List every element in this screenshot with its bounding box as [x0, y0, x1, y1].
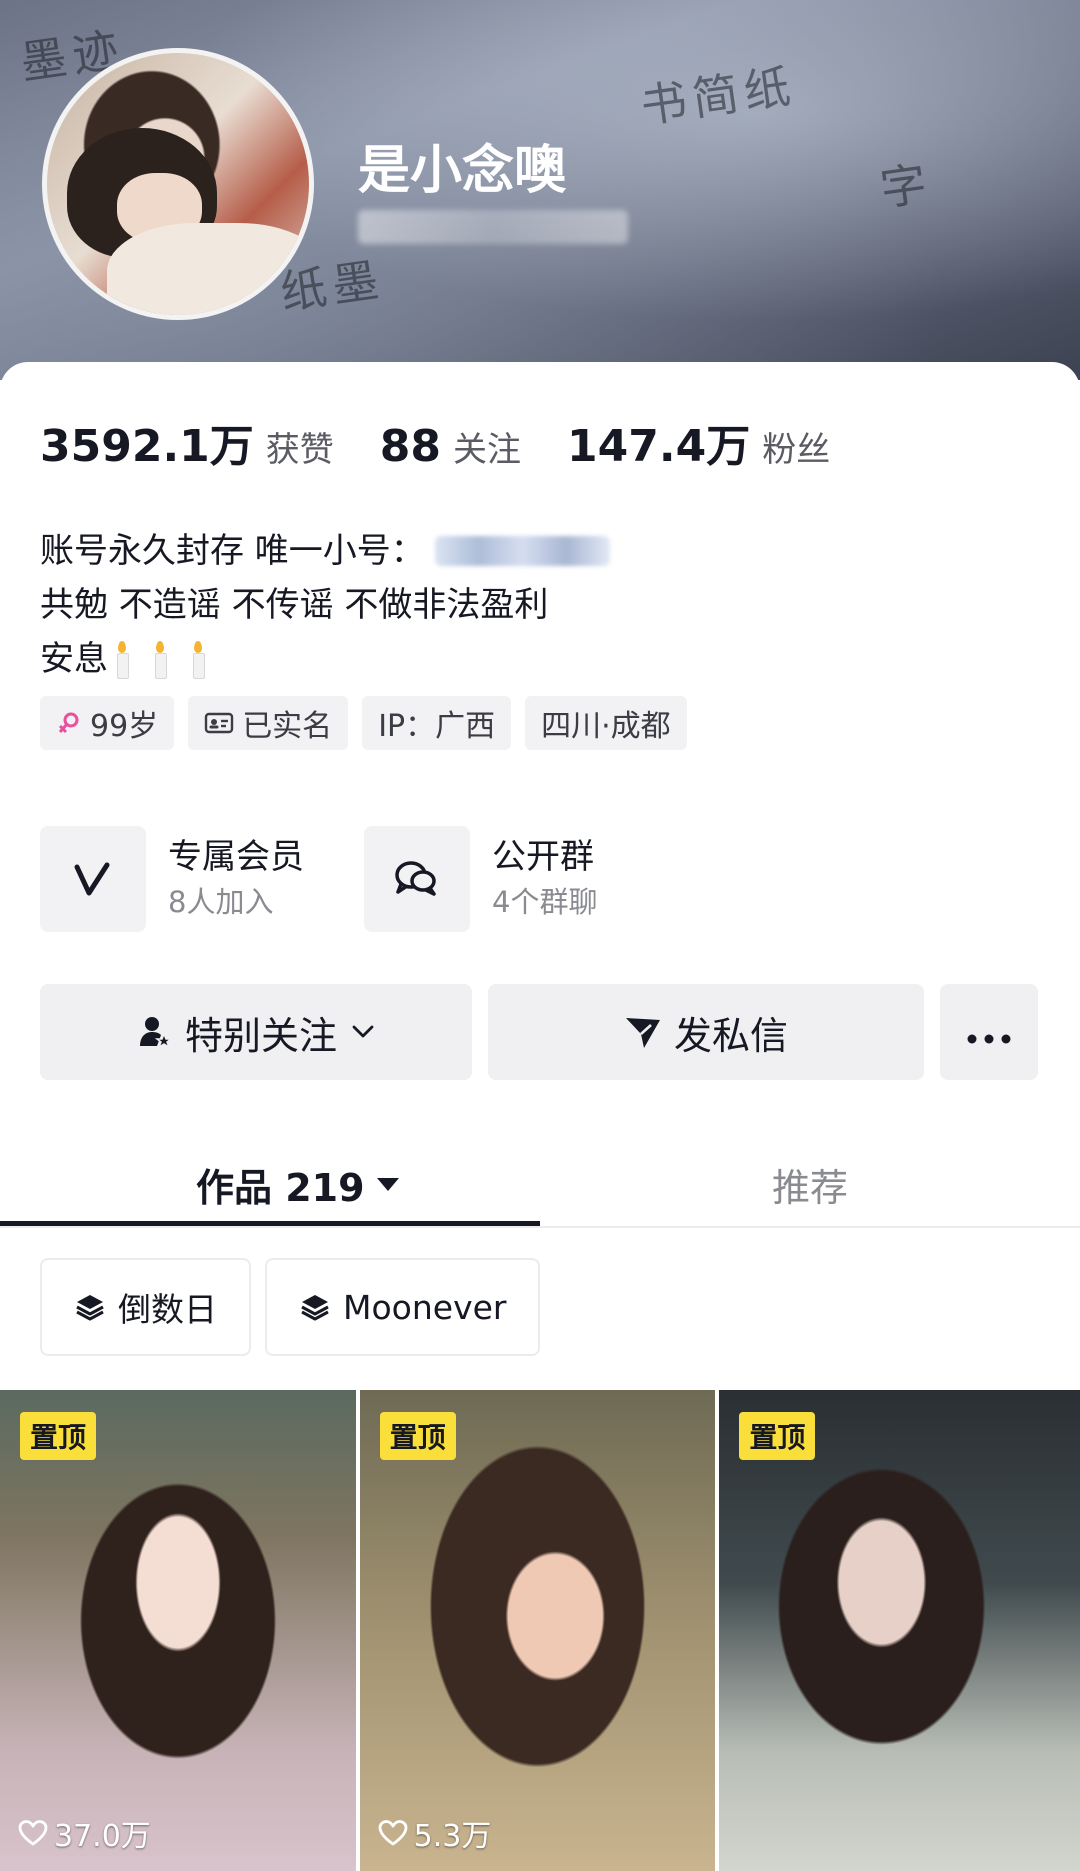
- video-thumbnail[interactable]: 置顶 37.0万: [0, 1390, 356, 1871]
- tab-works-label: 作品 219: [196, 1165, 365, 1210]
- bio-line-2: 共勉 不造谣 不传谣 不做非法盈利: [40, 585, 549, 625]
- candle-icon: [114, 639, 130, 679]
- chat-logo-box: [364, 826, 470, 932]
- more-button[interactable]: [940, 984, 1038, 1080]
- collection-chip[interactable]: 倒数日: [40, 1258, 251, 1356]
- candle-icon: [190, 639, 206, 679]
- tag-location: 四川·成都: [525, 696, 687, 750]
- collections-row: 倒数日 Moonever: [40, 1258, 554, 1356]
- blurred-handle: [434, 536, 610, 566]
- stats-row: 3592.1万 获赞 88 关注 147.4万 粉丝: [40, 410, 876, 474]
- tab-recommend[interactable]: 推荐: [772, 1140, 848, 1228]
- collection-label: 倒数日: [118, 1290, 217, 1329]
- profile-nickname: 是小念噢: [358, 141, 567, 201]
- pinned-badge: 置顶: [20, 1412, 97, 1460]
- bio: 账号永久封存 唯一小号： 共勉 不造谣 不传谣 不做非法盈利 安息: [40, 524, 610, 686]
- vip-v-icon: [74, 862, 110, 896]
- pinned-badge: 置顶: [379, 1412, 456, 1460]
- id-card-icon: [204, 711, 234, 735]
- account-id-blurred: [358, 210, 628, 244]
- banner-calligraphy: 书简纸: [637, 58, 800, 134]
- video-cover-image: [719, 1390, 1080, 1871]
- tag-text: IP：广西: [378, 709, 496, 744]
- stat-following[interactable]: 88 关注: [380, 421, 521, 472]
- special-follow-button[interactable]: 特别关注: [40, 984, 472, 1080]
- bio-line-1: 账号永久封存 唯一小号：: [40, 524, 610, 578]
- profile-tags: 99岁 已实名 IP：广西 四川·成都: [40, 696, 701, 750]
- bio-text: 账号永久封存 唯一小号：: [40, 531, 425, 571]
- member-logo-box: [40, 826, 146, 932]
- stat-label: 粉丝: [762, 430, 831, 470]
- more-dots-icon: [966, 1010, 1012, 1054]
- action-buttons: 特别关注 发私信: [40, 984, 1038, 1080]
- chevron-down-icon: [351, 1024, 375, 1040]
- stat-likes[interactable]: 3592.1万 获赞: [40, 410, 334, 474]
- video-thumbnail[interactable]: 置顶 5.3万: [359, 1390, 716, 1871]
- member-entry[interactable]: 专属会员 8人加入: [40, 826, 304, 932]
- tag-text: 四川·成都: [541, 709, 671, 744]
- likes-count: 37.0万: [54, 1819, 151, 1854]
- stat-label: 获赞: [265, 430, 334, 470]
- tag-ip: IP：广西: [362, 696, 512, 750]
- heart-icon: [378, 1819, 408, 1847]
- video-cover-image: [0, 1390, 356, 1871]
- tab-works[interactable]: 作品 219: [196, 1140, 399, 1228]
- chat-title: 公开群: [492, 837, 594, 877]
- female-icon: [56, 710, 82, 736]
- user-star-icon: [137, 1014, 173, 1050]
- tag-age: 99岁: [40, 696, 175, 750]
- send-message-button[interactable]: 发私信: [488, 984, 924, 1080]
- likes-count: 5.3万: [413, 1819, 492, 1854]
- member-title: 专属会员: [168, 837, 304, 877]
- stat-followers[interactable]: 147.4万 粉丝: [567, 410, 830, 474]
- special-follow-label: 特别关注: [184, 1013, 337, 1058]
- stat-label: 关注: [453, 430, 522, 470]
- video-thumbnail[interactable]: 置顶: [719, 1390, 1080, 1871]
- profile-tabs: 作品 219 推荐: [0, 1140, 1080, 1228]
- tab-recommend-label: 推荐: [772, 1165, 849, 1210]
- group-entries: 专属会员 8人加入 公开群 4个群聊: [40, 826, 657, 932]
- layers-icon: [299, 1291, 331, 1323]
- member-count: 8人加入: [168, 885, 274, 919]
- bio-line-3: 安息: [40, 632, 610, 686]
- tag-text: 99岁: [90, 709, 159, 744]
- layers-icon: [74, 1291, 106, 1323]
- tag-text: 已实名: [242, 709, 333, 744]
- stat-value: 3592.1万: [40, 421, 254, 472]
- group-chat-entry[interactable]: 公开群 4个群聊: [364, 826, 597, 932]
- stat-value: 88: [379, 421, 442, 472]
- banner-calligraphy: 字: [876, 155, 936, 217]
- chat-bubbles-icon: [395, 861, 436, 896]
- heart-icon: [18, 1819, 48, 1847]
- candle-icon: [152, 639, 168, 679]
- video-grid: 置顶 37.0万 置顶 5.3万 置顶: [0, 1390, 1080, 1871]
- bio-text: 安息: [40, 639, 108, 679]
- stat-value: 147.4万: [567, 421, 751, 472]
- video-cover-image: [359, 1390, 716, 1871]
- active-tab-indicator: [0, 1221, 540, 1226]
- avatar[interactable]: [42, 48, 314, 320]
- collection-chip[interactable]: Moonever: [265, 1258, 541, 1356]
- collection-label: Moonever: [343, 1287, 507, 1327]
- chat-count: 4个群聊: [492, 885, 598, 919]
- video-likes: 37.0万: [18, 1811, 151, 1855]
- send-arrow-icon: [624, 1014, 662, 1050]
- tag-verified[interactable]: 已实名: [188, 696, 349, 750]
- pinned-badge: 置顶: [739, 1412, 816, 1460]
- caret-down-icon: [376, 1177, 399, 1191]
- send-message-label: 发私信: [673, 1013, 788, 1058]
- video-likes: 5.3万: [378, 1811, 492, 1855]
